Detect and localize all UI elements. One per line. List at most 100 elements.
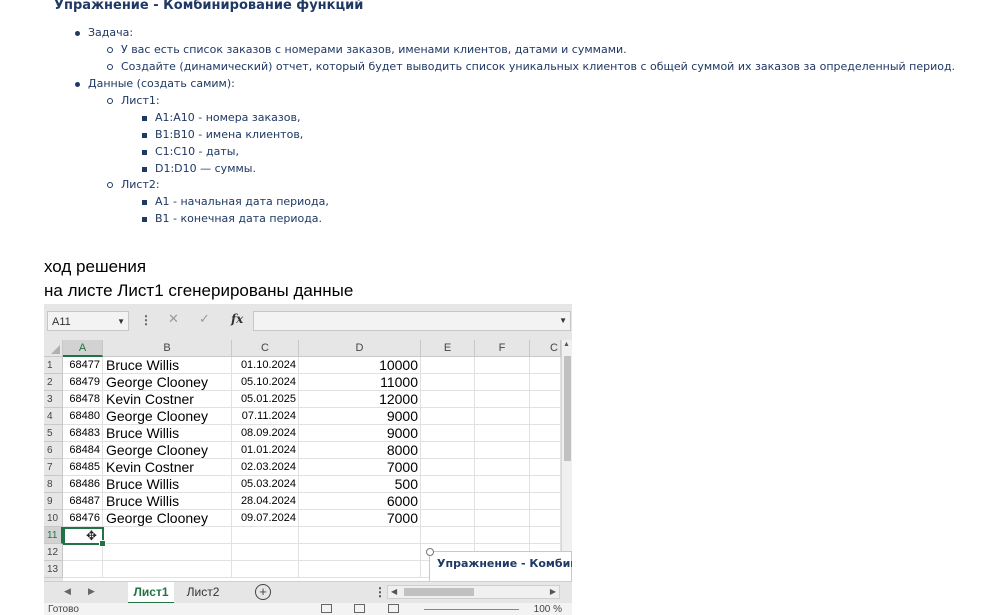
- active-cell-selection[interactable]: [63, 527, 106, 547]
- table-cell[interactable]: [421, 510, 475, 527]
- table-cell[interactable]: [299, 561, 421, 578]
- row-header[interactable]: 5: [44, 425, 63, 442]
- table-cell[interactable]: George Clooney: [103, 442, 232, 459]
- vertical-scrollbar[interactable]: ▲ ▼: [561, 340, 572, 581]
- table-cell[interactable]: [475, 459, 530, 476]
- table-cell[interactable]: 500: [299, 476, 421, 493]
- resize-handle-icon[interactable]: [426, 548, 434, 556]
- table-cell[interactable]: [475, 442, 530, 459]
- tab-next-icon[interactable]: ▶: [88, 586, 95, 597]
- table-cell[interactable]: [299, 544, 421, 561]
- table-cell[interactable]: [421, 442, 475, 459]
- table-cell[interactable]: [421, 391, 475, 408]
- enter-check-icon[interactable]: ✓: [199, 311, 210, 327]
- table-cell[interactable]: [103, 561, 232, 578]
- table-cell[interactable]: 68479: [63, 374, 103, 391]
- zoom-slider[interactable]: [424, 609, 519, 610]
- table-cell[interactable]: 68487: [63, 493, 103, 510]
- row-header[interactable]: 7: [44, 459, 63, 476]
- horizontal-scroll-thumb[interactable]: [404, 588, 474, 596]
- table-cell[interactable]: 68483: [63, 425, 103, 442]
- column-header-d[interactable]: D: [299, 340, 421, 357]
- add-sheet-icon[interactable]: +: [255, 584, 271, 600]
- page-layout-icon[interactable]: [354, 604, 365, 613]
- table-cell[interactable]: [103, 544, 232, 561]
- column-header-g[interactable]: C: [530, 340, 561, 357]
- table-cell[interactable]: 12000: [299, 391, 421, 408]
- table-cell[interactable]: [421, 408, 475, 425]
- table-cell[interactable]: 68476: [63, 510, 103, 527]
- table-cell[interactable]: 10000: [299, 357, 421, 374]
- table-cell[interactable]: [530, 527, 561, 544]
- table-cell[interactable]: Bruce Willis: [103, 476, 232, 493]
- select-all-corner[interactable]: [44, 340, 63, 357]
- row-header[interactable]: 10: [44, 510, 63, 527]
- row-header[interactable]: 9: [44, 493, 63, 510]
- table-cell[interactable]: [475, 425, 530, 442]
- page-break-icon[interactable]: [388, 604, 399, 613]
- horizontal-scrollbar[interactable]: ◀ ▶: [387, 585, 560, 599]
- table-cell[interactable]: 68486: [63, 476, 103, 493]
- table-cell[interactable]: 05.01.2025: [232, 391, 299, 408]
- more-options-icon[interactable]: ⋮: [140, 313, 152, 327]
- table-cell[interactable]: 7000: [299, 510, 421, 527]
- table-cell[interactable]: Bruce Willis: [103, 493, 232, 510]
- table-cell[interactable]: [475, 408, 530, 425]
- normal-view-icon[interactable]: [321, 604, 332, 613]
- table-cell[interactable]: 05.10.2024: [232, 374, 299, 391]
- table-cell[interactable]: 09.07.2024: [232, 510, 299, 527]
- scroll-left-icon[interactable]: ◀: [391, 587, 397, 596]
- table-cell[interactable]: [421, 459, 475, 476]
- column-header-c[interactable]: C: [232, 340, 299, 357]
- row-header[interactable]: 6: [44, 442, 63, 459]
- table-cell[interactable]: 68485: [63, 459, 103, 476]
- chevron-down-icon[interactable]: ▼: [559, 316, 567, 325]
- table-cell[interactable]: [475, 357, 530, 374]
- table-cell[interactable]: [530, 408, 561, 425]
- table-cell[interactable]: 01.01.2024: [232, 442, 299, 459]
- table-cell[interactable]: [103, 527, 232, 544]
- column-header-e[interactable]: E: [421, 340, 475, 357]
- cell-area[interactable]: 68477 Bruce Willis 01.10.2024 10000 68479 Geo…: [63, 357, 561, 581]
- scroll-right-icon[interactable]: ▶: [550, 587, 556, 596]
- table-cell[interactable]: [63, 544, 103, 561]
- more-options-icon[interactable]: ⋮: [374, 585, 386, 599]
- table-cell[interactable]: Kevin Costner: [103, 459, 232, 476]
- table-cell[interactable]: Bruce Willis: [103, 425, 232, 442]
- table-cell[interactable]: [530, 425, 561, 442]
- table-cell[interactable]: Kevin Costner: [103, 391, 232, 408]
- table-cell[interactable]: 68480: [63, 408, 103, 425]
- table-cell[interactable]: George Clooney: [103, 510, 232, 527]
- cancel-icon[interactable]: ✕: [168, 311, 179, 327]
- table-cell[interactable]: 7000: [299, 459, 421, 476]
- table-cell[interactable]: 9000: [299, 425, 421, 442]
- table-cell[interactable]: [232, 527, 299, 544]
- table-cell[interactable]: George Clooney: [103, 408, 232, 425]
- table-cell[interactable]: [421, 425, 475, 442]
- table-cell[interactable]: [530, 459, 561, 476]
- table-cell[interactable]: [530, 357, 561, 374]
- table-cell[interactable]: 01.10.2024: [232, 357, 299, 374]
- table-cell[interactable]: 08.09.2024: [232, 425, 299, 442]
- vertical-scroll-thumb[interactable]: [564, 356, 571, 461]
- row-header[interactable]: 12: [44, 544, 63, 561]
- column-header-b[interactable]: B: [103, 340, 232, 357]
- scroll-up-icon[interactable]: ▲: [563, 341, 570, 348]
- row-header[interactable]: 3: [44, 391, 63, 408]
- row-header[interactable]: 8: [44, 476, 63, 493]
- table-cell[interactable]: [299, 527, 421, 544]
- tab-sheet2[interactable]: Лист2: [183, 582, 223, 602]
- column-header-a[interactable]: A: [63, 340, 103, 357]
- table-cell[interactable]: 07.11.2024: [232, 408, 299, 425]
- table-cell[interactable]: [530, 374, 561, 391]
- table-cell[interactable]: [421, 527, 475, 544]
- row-header[interactable]: 11: [44, 527, 63, 544]
- tab-sheet1[interactable]: Лист1: [128, 582, 174, 604]
- table-cell[interactable]: 11000: [299, 374, 421, 391]
- table-cell[interactable]: 05.03.2024: [232, 476, 299, 493]
- column-header-f[interactable]: F: [475, 340, 530, 357]
- table-cell[interactable]: [475, 527, 530, 544]
- table-cell[interactable]: [530, 493, 561, 510]
- table-cell[interactable]: [475, 374, 530, 391]
- name-box[interactable]: A11 ▼: [47, 311, 129, 331]
